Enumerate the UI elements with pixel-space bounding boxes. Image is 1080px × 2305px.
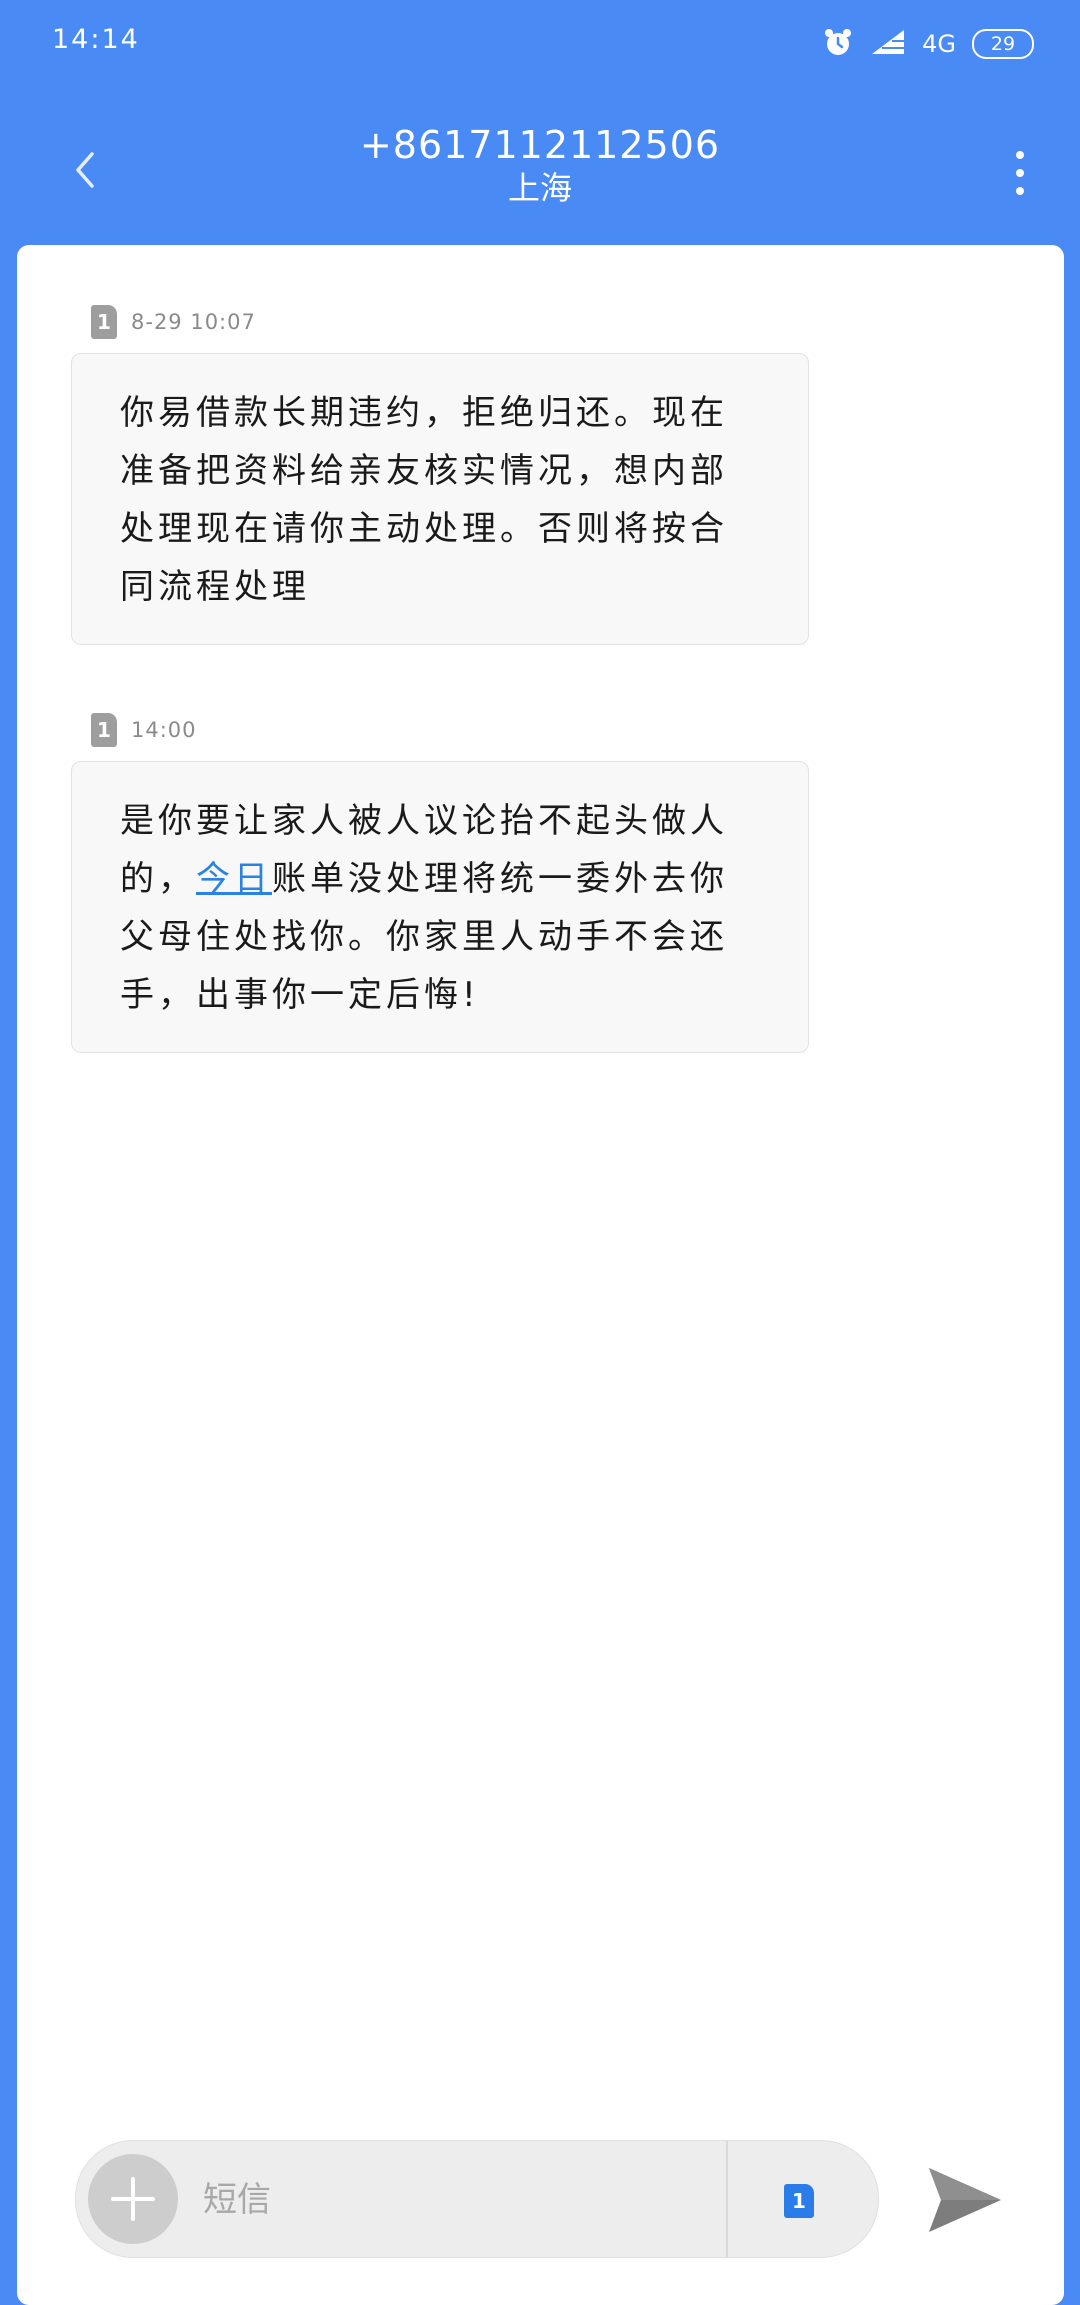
contact-location: 上海: [507, 169, 572, 207]
signal-icon: [870, 28, 906, 60]
message-text: 你易借款长期违约，拒绝归还。现在准备把资料给亲友核实情况，想内部处理现在请你主动…: [120, 393, 728, 607]
alarm-icon: [822, 26, 854, 62]
battery-icon: 29: [972, 29, 1034, 59]
network-type: 4G: [922, 30, 956, 58]
more-vertical-icon: [1016, 151, 1024, 195]
date-link[interactable]: 今日: [196, 859, 272, 899]
contact-number: +8617112112506: [359, 123, 721, 167]
message-meta: 1 8-29 10:07: [91, 305, 256, 339]
conversation-title: +8617112112506 上海: [240, 122, 840, 208]
status-icons: 4G 29: [822, 26, 1034, 62]
status-time: 14:14: [52, 24, 140, 55]
chevron-left-icon: [76, 152, 94, 188]
message-time: 14:00: [131, 718, 197, 742]
sms-input[interactable]: [201, 2163, 775, 2237]
back-button[interactable]: [60, 140, 110, 200]
message-bubble[interactable]: 你易借款长期违约，拒绝归还。现在准备把资料给亲友核实情况，想内部处理现在请你主动…: [71, 353, 809, 645]
sim-card-icon: 1: [91, 305, 117, 339]
composer-divider: [726, 2141, 728, 2257]
message-list[interactable]: 1 8-29 10:07 你易借款长期违约，拒绝归还。现在准备把资料给亲友核实情…: [17, 245, 1064, 2305]
status-bar: 14:14 4G 29: [0, 0, 1080, 80]
more-options-button[interactable]: [1000, 138, 1040, 208]
message-bubble[interactable]: 是你要让家人被人议论抬不起头做人的，今日账单没处理将统一委外去你父母住处找你。你…: [71, 761, 809, 1053]
plus-icon: [111, 2177, 155, 2221]
sim-card-icon: 1: [91, 713, 117, 747]
message-time: 8-29 10:07: [131, 310, 256, 334]
composer: 1: [75, 2140, 879, 2258]
attach-button[interactable]: [88, 2154, 178, 2244]
send-icon: [929, 2168, 1001, 2232]
send-button[interactable]: [925, 2160, 1005, 2240]
sim-select-button[interactable]: 1: [784, 2184, 814, 2218]
app-bar: +8617112112506 上海: [0, 110, 1080, 230]
message-meta: 1 14:00: [91, 713, 197, 747]
